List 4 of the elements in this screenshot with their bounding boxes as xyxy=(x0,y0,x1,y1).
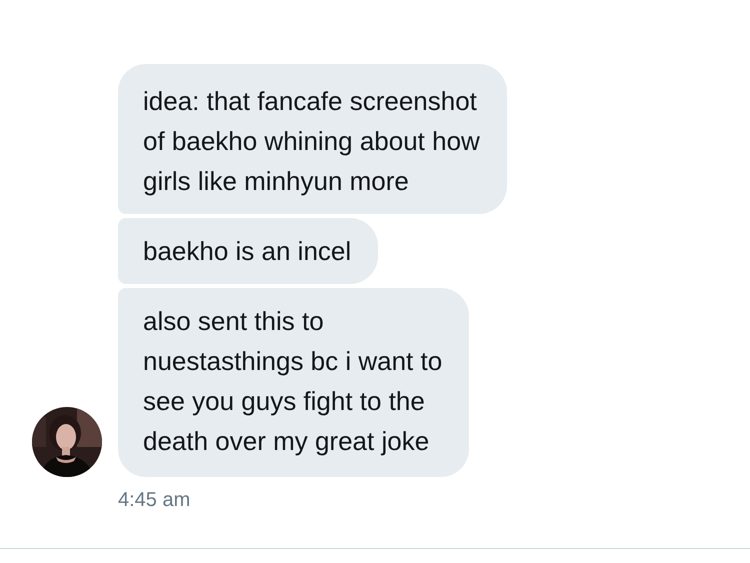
message-bubble: idea: that fancafe screenshot of baekho whining about how girls like minhyun more xyxy=(118,64,507,214)
message-bubble: also sent this to nuestasthings bc i want to see you guys fight to the death over my great joke xyxy=(118,288,470,477)
message-bubble: baekho is an incel xyxy=(118,218,378,284)
timestamp: 4:45 am xyxy=(118,489,192,512)
